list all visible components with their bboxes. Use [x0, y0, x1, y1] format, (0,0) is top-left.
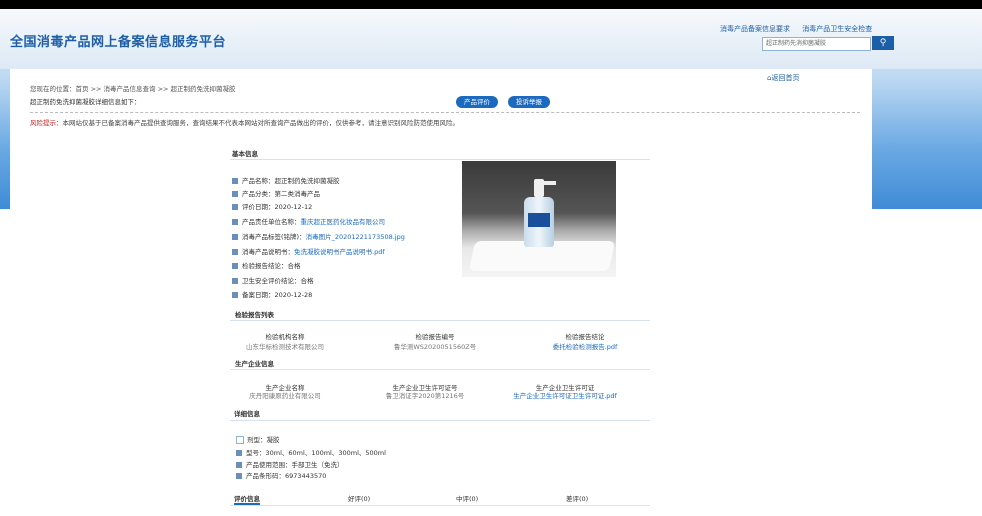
row-eval-date: 评价日期：2020-12-12 [232, 201, 312, 211]
producer-divider [230, 369, 650, 370]
search-icon: ⚲ [879, 38, 887, 48]
tab-negative[interactable]: 差评(0) [566, 493, 588, 503]
page: 全国消毒产品网上备案信息服务平台 消毒产品备案信息要求 消毒产品卫生安全检查 超… [0, 9, 982, 516]
search-input[interactable]: 超正制药先消抑菌凝胶 [762, 37, 871, 51]
document-icon [236, 436, 244, 444]
responsible-unit-link[interactable]: 重庆超正医药化妆品有限公司 [301, 218, 386, 226]
row-product-category: 产品分类：第二类消毒产品 [232, 188, 320, 198]
product-review-button[interactable]: 产品评价 [456, 96, 498, 108]
list-icon [236, 450, 242, 456]
inspection-header: 检验报告列表 [235, 311, 274, 319]
inspection-col-number: 检验报告编号 [415, 333, 455, 341]
document-icon [232, 249, 238, 255]
barcode-icon [236, 473, 242, 479]
calendar-icon [232, 292, 238, 298]
row-safety-result: 卫生安全评价结论：合格 [232, 275, 314, 285]
image-icon [232, 234, 238, 240]
row-responsible-unit: 产品责任单位名称：重庆超正医药化妆品有限公司 [232, 216, 385, 226]
top-link-requirements[interactable]: 消毒产品备案信息要求 [720, 25, 790, 33]
risk-tip: 风险提示：本网站仅基于已备案消毒产品提供查询服务，查询结果不代表本网站对所查询产… [30, 117, 459, 127]
info-icon [232, 191, 238, 197]
basic-info-divider [230, 159, 650, 160]
search-button[interactable]: ⚲ [872, 36, 894, 50]
row-product-name: 产品名称：超正制药免洗抑菌凝胶 [232, 175, 340, 185]
inspection-number: 鲁华测WS2020051560Z号 [393, 343, 477, 351]
detail-header: 详细信息 [234, 410, 260, 418]
producer-license-no: 鲁卫消证字2020第1216号 [385, 392, 465, 400]
row-inspection-result: 检验报告结论：合格 [232, 260, 301, 270]
detail-divider [230, 420, 650, 421]
row-usage-scope: 产品使用范围：手部卫生（免洗） [236, 459, 344, 469]
inspection-org: 山东华标检测技术有限公司 [246, 343, 324, 351]
producer-license-link[interactable]: 生产企业卫生许可证卫生许可证.pdf [500, 390, 630, 400]
basic-info-header: 基本信息 [232, 150, 258, 158]
inspection-col-result: 检验报告结论 [565, 333, 605, 341]
tab-positive[interactable]: 好评(0) [348, 493, 370, 503]
review-tabs: 评价信息 好评(0) 中评(0) 差评(0) [230, 493, 650, 506]
shield-icon [232, 278, 238, 284]
info-icon [232, 219, 238, 225]
tab-neutral[interactable]: 中评(0) [456, 493, 478, 503]
site-title[interactable]: 全国消毒产品网上备案信息服务平台 [10, 31, 226, 50]
top-link-inspection[interactable]: 消毒产品卫生安全检查 [802, 25, 872, 33]
risk-tip-label: 风险提示： [30, 119, 63, 127]
producer-header: 生产企业信息 [235, 360, 274, 368]
row-filing-date: 备案日期：2020-12-28 [232, 289, 312, 299]
divider [30, 112, 860, 113]
inspection-report-link[interactable]: 委托检验检测报告.pdf [530, 341, 640, 351]
page-lead: 超正制药免洗抑菌凝胶详细信息如下： [30, 98, 141, 106]
return-home-link[interactable]: ⌂返回首页 [767, 73, 799, 83]
producer-name: 庆丹阳康原药业有限公司 [249, 392, 321, 400]
breadcrumb: 您现在的位置：首页 >> 消毒产品信息查询 >> 超正制药免洗抑菌凝胶 [30, 85, 236, 93]
complaint-button[interactable]: 投诉举报 [508, 96, 550, 108]
row-dosage-form: 剂型：凝胶 [236, 434, 280, 444]
list-icon [236, 462, 242, 468]
calendar-icon [232, 204, 238, 210]
info-icon [232, 178, 238, 184]
label-image-link[interactable]: 消毒图片_20201221173508.jpg [306, 233, 405, 241]
check-icon [232, 263, 238, 269]
inspection-col-org: 检验机构名称 [265, 333, 305, 341]
main-content: ⌂返回首页 您现在的位置：首页 >> 消毒产品信息查询 >> 超正制药免洗抑菌凝… [10, 69, 872, 516]
tab-review-info[interactable]: 评价信息 [234, 493, 260, 505]
product-photo[interactable] [462, 161, 616, 277]
row-model: 型号：30ml、60ml、100ml、300ml、500ml [236, 447, 386, 457]
gel-bottle-image [522, 179, 556, 249]
risk-tip-text: 本网站仅基于已备案消毒产品提供查询服务，查询结果不代表本网站对所查询产品做出的评… [62, 119, 460, 127]
manual-link[interactable]: 免洗凝胶说明书产品说明书.pdf [294, 248, 385, 256]
row-manual: 消毒产品说明书：免洗凝胶说明书产品说明书.pdf [232, 246, 385, 256]
top-links: 消毒产品备案信息要求 消毒产品卫生安全检查 [720, 24, 882, 34]
inspection-divider [230, 320, 650, 321]
row-label-image: 消毒产品标签(铭牌)：消毒图片_20201221173508.jpg [232, 231, 405, 241]
row-barcode: 产品条形码：6973443570 [236, 470, 326, 480]
